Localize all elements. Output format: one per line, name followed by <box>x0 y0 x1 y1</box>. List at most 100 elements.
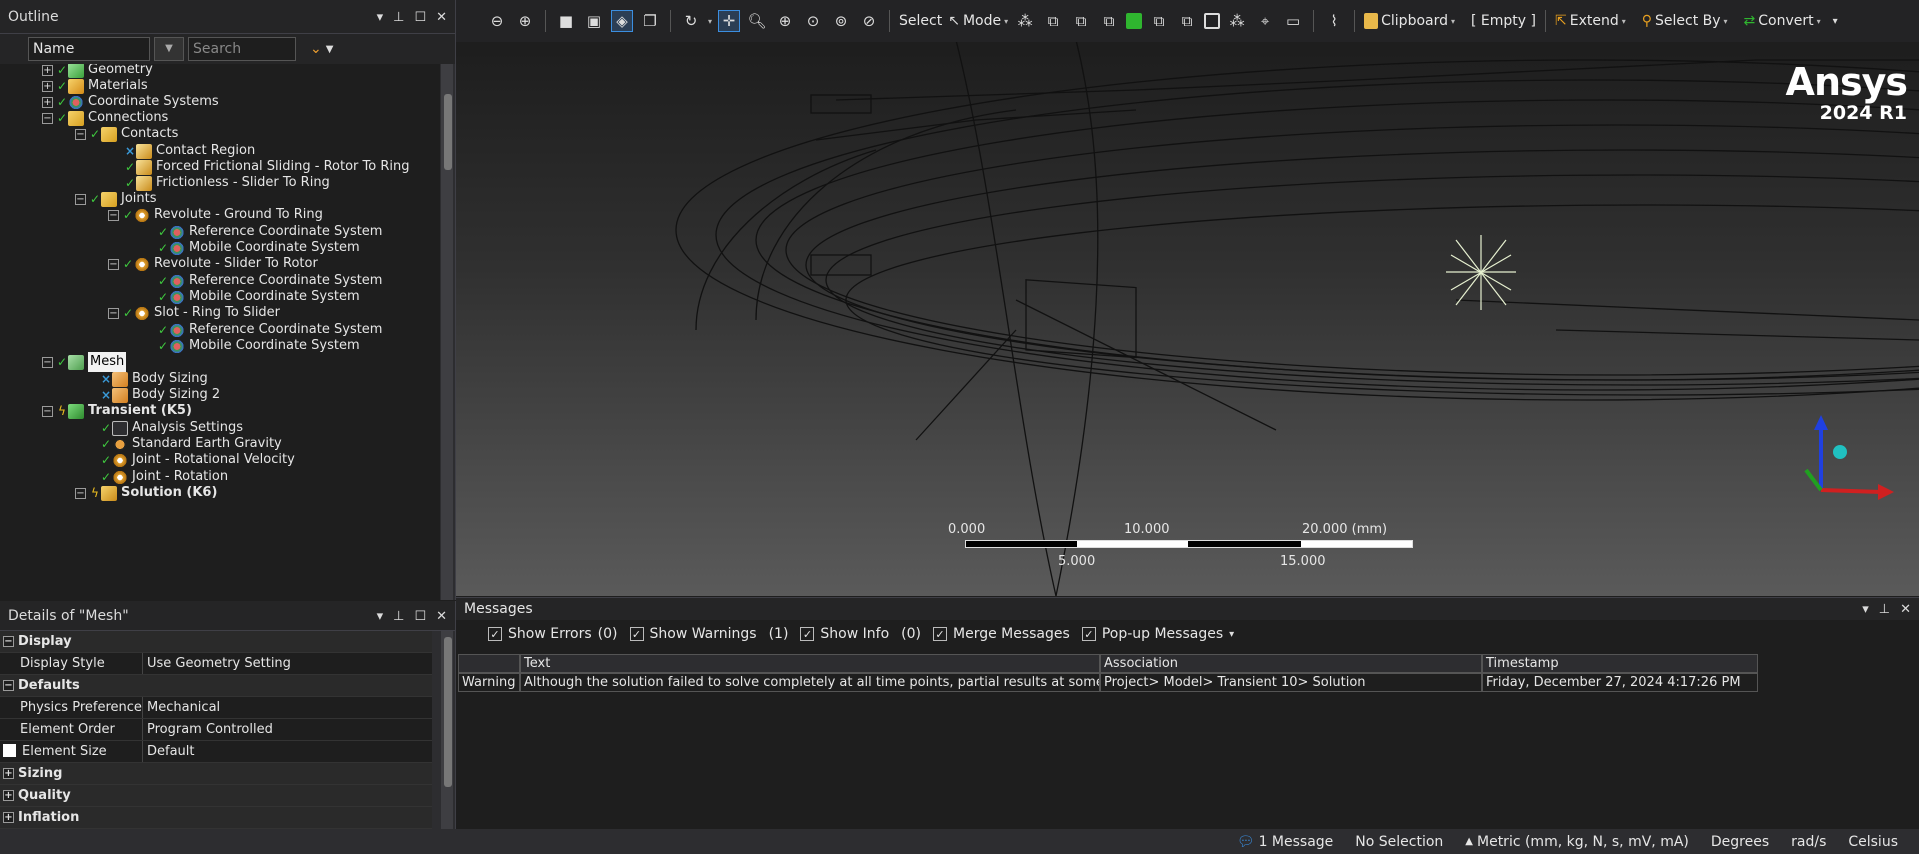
zoom-icon[interactable]: 🔍︎ <box>746 10 768 32</box>
parameter-checkbox[interactable] <box>3 744 16 757</box>
select-mesh-icon[interactable] <box>1204 13 1221 29</box>
box-zoom-icon[interactable]: ⊕ <box>774 10 796 32</box>
angle-unit[interactable]: Degrees <box>1700 834 1780 850</box>
expand-icon[interactable]: + <box>42 80 53 92</box>
toolbar-overflow-icon[interactable]: ▾ <box>1833 16 1838 27</box>
table-row[interactable]: Warning Although the solution failed to … <box>458 673 1758 692</box>
options-overflow-icon[interactable]: ▾ <box>1229 629 1234 640</box>
select-element-face-icon[interactable]: ⧉ <box>1148 10 1170 32</box>
show-vertices-icon[interactable]: ◈ <box>611 10 633 32</box>
close-icon[interactable]: ✕ <box>436 609 447 624</box>
zoom-out-icon[interactable]: ⊖ <box>486 10 508 32</box>
collapse-icon[interactable]: − <box>75 128 86 140</box>
dropdown-icon[interactable]: ▾ <box>1862 602 1869 617</box>
zoom-in-icon[interactable]: ⊕ <box>514 10 536 32</box>
select-body-icon[interactable]: ⧉ <box>1098 10 1120 32</box>
unit-system-menu[interactable]: ▲ Metric (mm, kg, N, s, mV, mA) <box>1454 834 1700 850</box>
merge-messages-checkbox[interactable]: ✓ <box>933 627 947 641</box>
collapse-icon[interactable]: − <box>108 209 119 221</box>
angular-velocity-unit[interactable]: rad/s <box>1780 834 1837 850</box>
collapse-icon[interactable]: − <box>3 680 14 691</box>
box-icon[interactable]: ■ <box>555 10 577 32</box>
category-inflation[interactable]: + Inflation <box>0 807 432 829</box>
collapse-icon[interactable]: − <box>108 307 119 319</box>
pin-icon[interactable]: ⊥ <box>393 609 404 624</box>
dropdown-icon[interactable]: ▾ <box>377 10 384 25</box>
previous-view-icon[interactable]: ⊘ <box>858 10 880 32</box>
property-display-style[interactable]: Display Style Use Geometry Setting <box>0 653 432 675</box>
maximize-icon[interactable]: ☐ <box>414 609 426 624</box>
pan-icon[interactable]: ✛ <box>718 10 741 32</box>
expand-icon[interactable]: + <box>3 790 14 801</box>
collapse-icon[interactable]: − <box>75 193 86 205</box>
outline-scrollbar-thumb[interactable] <box>444 94 452 170</box>
rotate-icon[interactable]: ↻ <box>680 10 702 32</box>
maximize-icon[interactable]: ☐ <box>414 10 426 25</box>
chevron-down-icon[interactable]: ⌄ <box>310 41 322 57</box>
select-element-icon[interactable]: ⧉ <box>1176 10 1198 32</box>
collapse-icon[interactable]: − <box>108 258 119 270</box>
expand-icon[interactable]: + <box>3 812 14 823</box>
select-face-icon[interactable]: ⧉ <box>1070 10 1092 32</box>
clipboard-button[interactable]: Clipboard ▾ <box>1364 13 1455 29</box>
collapse-icon[interactable]: − <box>42 405 53 417</box>
collapse-icon[interactable]: − <box>75 487 86 499</box>
convert-button[interactable]: ⇄ Convert ▾ <box>1744 13 1821 29</box>
column-association[interactable]: Association <box>1100 654 1482 673</box>
filter-type-select[interactable]: Name <box>28 37 150 61</box>
temperature-unit[interactable]: Celsius <box>1837 834 1909 850</box>
property-physics-preference[interactable]: Physics Preference Mechanical <box>0 697 432 719</box>
category-quality[interactable]: + Quality <box>0 785 432 807</box>
property-element-size[interactable]: Element Size Default <box>0 741 432 763</box>
show-warnings-checkbox[interactable]: ✓ <box>629 627 644 641</box>
category-sizing[interactable]: + Sizing <box>0 763 432 785</box>
details-scrollbar-thumb[interactable] <box>444 637 452 787</box>
close-icon[interactable]: ✕ <box>436 10 447 25</box>
comment-icon[interactable]: ▭ <box>1282 10 1304 32</box>
dropdown-icon[interactable]: ▾ <box>377 609 384 624</box>
popup-messages-checkbox[interactable]: ✓ <box>1081 627 1096 641</box>
select-vertex-icon[interactable]: ⁂ <box>1014 10 1036 32</box>
overflow-icon[interactable]: ▼ <box>326 44 334 55</box>
select-node-icon[interactable] <box>1126 13 1143 29</box>
expand-icon[interactable]: + <box>42 96 53 108</box>
close-icon[interactable]: ✕ <box>1900 602 1911 617</box>
category-defaults[interactable]: − Defaults <box>0 675 432 697</box>
collapse-icon[interactable]: − <box>42 112 53 124</box>
search-outline-input[interactable]: Search Outline <box>188 37 296 79</box>
graph-icon[interactable]: ⌇ <box>1323 10 1345 32</box>
messages-status[interactable]: 💬︎ 1 Message <box>1226 834 1345 850</box>
caret-up-icon: ▲ <box>1465 836 1473 847</box>
column-timestamp[interactable]: Timestamp <box>1482 654 1758 673</box>
lightning-icon: ϟ <box>91 486 99 500</box>
outline-tree: + ✓ Geometry + ✓ Materials + ✓ Coordinate Syst… <box>0 64 440 600</box>
box-solid-icon[interactable]: ▣ <box>583 10 605 32</box>
filter-type-dropdown-icon[interactable]: ▼ <box>154 37 184 61</box>
show-info-checkbox[interactable]: ✓ <box>800 627 815 641</box>
clipboard-icon <box>1364 13 1379 29</box>
select-by-button[interactable]: ⚲ Select By ▾ <box>1642 13 1728 29</box>
probe-icon[interactable]: ⌖ <box>1254 10 1276 32</box>
select-button[interactable]: Select <box>899 13 942 29</box>
outline-panel-controls: ▾ ⊥ ☐ ✕ <box>377 0 447 34</box>
collapse-icon[interactable]: − <box>42 356 53 368</box>
mode-button[interactable]: ↖ Mode ▾ <box>948 13 1008 29</box>
pin-icon[interactable]: ⊥ <box>393 10 404 25</box>
select-edge-icon[interactable]: ⧉ <box>1042 10 1064 32</box>
show-errors-checkbox[interactable]: ✓ <box>488 627 502 641</box>
column-text[interactable]: Text <box>520 654 1100 673</box>
copy-view-icon[interactable]: ❐ <box>639 10 661 32</box>
pin-icon[interactable]: ⊥ <box>1879 602 1890 617</box>
property-element-order[interactable]: Element Order Program Controlled <box>0 719 432 741</box>
expand-icon[interactable]: + <box>3 768 14 779</box>
category-display[interactable]: − Display <box>0 631 432 653</box>
extend-button[interactable]: ⇱ Extend ▾ <box>1555 13 1626 29</box>
expand-icon[interactable]: + <box>42 64 53 76</box>
magnifier-icon[interactable]: ⊚ <box>830 10 852 32</box>
collapse-icon[interactable]: − <box>3 636 14 647</box>
tree-node-mobile-cs-3[interactable]: ✓ Mobile Coordinate System <box>157 336 360 356</box>
extend-selection-icon[interactable]: ⁂ <box>1226 10 1248 32</box>
tree-node-solution[interactable]: − ϟ Solution (K6) <box>75 483 217 503</box>
graphics-viewport[interactable]: Ansys 2024 R1 0.000 10.000 20.000 (mm) 5… <box>456 0 1919 596</box>
zoom-to-fit-icon[interactable]: ⊙ <box>802 10 824 32</box>
